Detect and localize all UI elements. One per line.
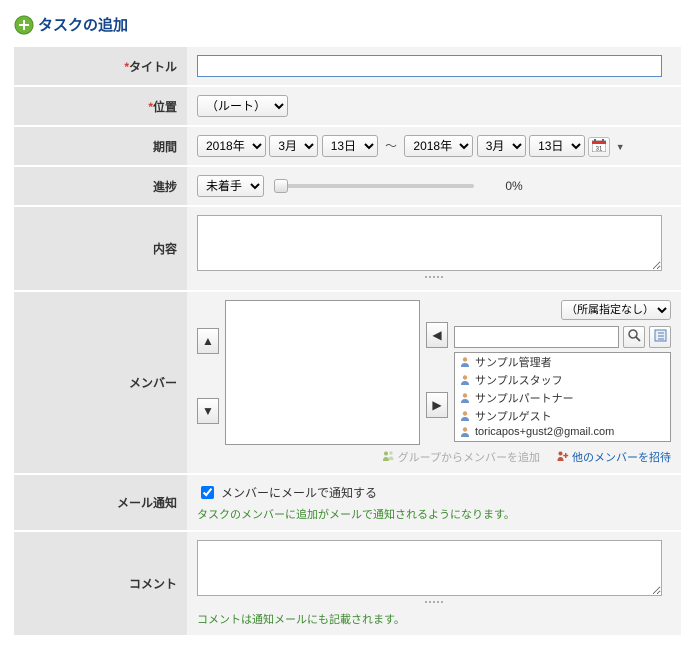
comment-note: コメントは通知メールにも記載されます。 — [197, 611, 671, 627]
end-month-select[interactable]: 3月 — [477, 135, 526, 157]
invite-others-label: 他のメンバーを招待 — [572, 449, 671, 465]
mail-notify-note: タスクのメンバーに追加がメールで通知されるようになります。 — [197, 506, 671, 522]
label-member: メンバー — [14, 291, 187, 474]
end-day-select[interactable]: 13日 — [529, 135, 585, 157]
mail-notify-label[interactable]: メンバーにメールで通知する — [197, 483, 671, 502]
candidate-name: サンプルスタッフ — [475, 372, 563, 388]
candidate-members-listbox[interactable]: サンプル管理者サンプルスタッフサンプルパートナーサンプルゲスト toricapos… — [454, 352, 671, 442]
search-icon — [628, 329, 641, 345]
candidate-item[interactable]: サンプルゲスト — [455, 407, 670, 425]
textarea-resize-handle[interactable] — [414, 276, 454, 282]
move-up-button[interactable]: ▲ — [197, 328, 219, 354]
candidate-item[interactable]: サンプル管理者 — [455, 353, 670, 371]
calendar-icon: 31 — [592, 139, 606, 155]
person-icon — [459, 410, 471, 422]
people-plus-icon — [556, 450, 569, 465]
candidate-item[interactable]: toricapos+gust2@gmail.com — [455, 425, 670, 439]
comment-textarea[interactable] — [197, 540, 662, 596]
content-textarea[interactable] — [197, 215, 662, 271]
progress-percent: 0% — [484, 179, 544, 193]
mail-notify-checkbox[interactable] — [201, 486, 214, 499]
progress-status-select[interactable]: 未着手 — [197, 175, 264, 197]
label-progress: 進捗 — [14, 166, 187, 206]
end-year-select[interactable]: 2018年 — [404, 135, 473, 157]
candidate-item[interactable]: サンプルパートナー — [455, 389, 670, 407]
progress-slider-thumb[interactable] — [274, 179, 288, 193]
svg-text:31: 31 — [596, 146, 603, 152]
start-month-select[interactable]: 3月 — [269, 135, 318, 157]
member-search-input[interactable] — [454, 326, 619, 348]
add-from-group-label: グループからメンバーを追加 — [398, 449, 540, 465]
page-title: タスクの追加 — [14, 14, 681, 35]
member-filter-select[interactable]: （所属指定なし） — [561, 300, 671, 320]
member-search-button[interactable] — [623, 326, 645, 348]
plus-circle-icon — [14, 15, 34, 35]
move-down-button[interactable]: ▼ — [197, 398, 219, 424]
add-member-button[interactable]: ◀ — [426, 322, 448, 348]
remove-member-button[interactable]: ▶ — [426, 392, 448, 418]
address-book-button[interactable] — [649, 326, 671, 348]
label-title: *タイトル — [14, 46, 187, 86]
label-period: 期間 — [14, 126, 187, 166]
form-table: *タイトル *位置 （ルート） 期間 2018年 3月 13日 〜 2018年 — [14, 45, 681, 635]
label-content: 内容 — [14, 206, 187, 291]
start-year-select[interactable]: 2018年 — [197, 135, 266, 157]
position-select[interactable]: （ルート） — [197, 95, 288, 117]
mail-notify-text: メンバーにメールで通知する — [221, 484, 377, 501]
label-position: *位置 — [14, 86, 187, 126]
page-title-text: タスクの追加 — [38, 14, 128, 35]
person-icon — [459, 374, 471, 386]
person-icon — [459, 426, 471, 438]
add-from-group-link: グループからメンバーを追加 — [382, 449, 540, 465]
candidate-name: toricapos+gust2@gmail.com — [475, 426, 614, 438]
address-book-icon — [654, 329, 667, 345]
progress-slider[interactable] — [274, 184, 474, 188]
textarea-resize-handle[interactable] — [414, 601, 454, 607]
candidate-item[interactable]: サンプルスタッフ — [455, 371, 670, 389]
candidate-name: サンプルゲスト — [475, 408, 552, 424]
calendar-dropdown-icon[interactable]: ▼ — [616, 142, 625, 152]
person-icon — [459, 392, 471, 404]
candidate-name: サンプル管理者 — [475, 354, 552, 370]
selected-members-listbox[interactable] — [225, 300, 420, 445]
title-input[interactable] — [197, 55, 662, 77]
start-day-select[interactable]: 13日 — [322, 135, 378, 157]
person-icon — [459, 356, 471, 368]
label-comment: コメント — [14, 531, 187, 635]
period-separator: 〜 — [385, 139, 397, 153]
calendar-button[interactable]: 31 — [588, 137, 610, 157]
label-mail-notify: メール通知 — [14, 474, 187, 531]
candidate-name: サンプルパートナー — [475, 390, 574, 406]
invite-others-link[interactable]: 他のメンバーを招待 — [556, 449, 671, 465]
people-icon — [382, 450, 395, 465]
